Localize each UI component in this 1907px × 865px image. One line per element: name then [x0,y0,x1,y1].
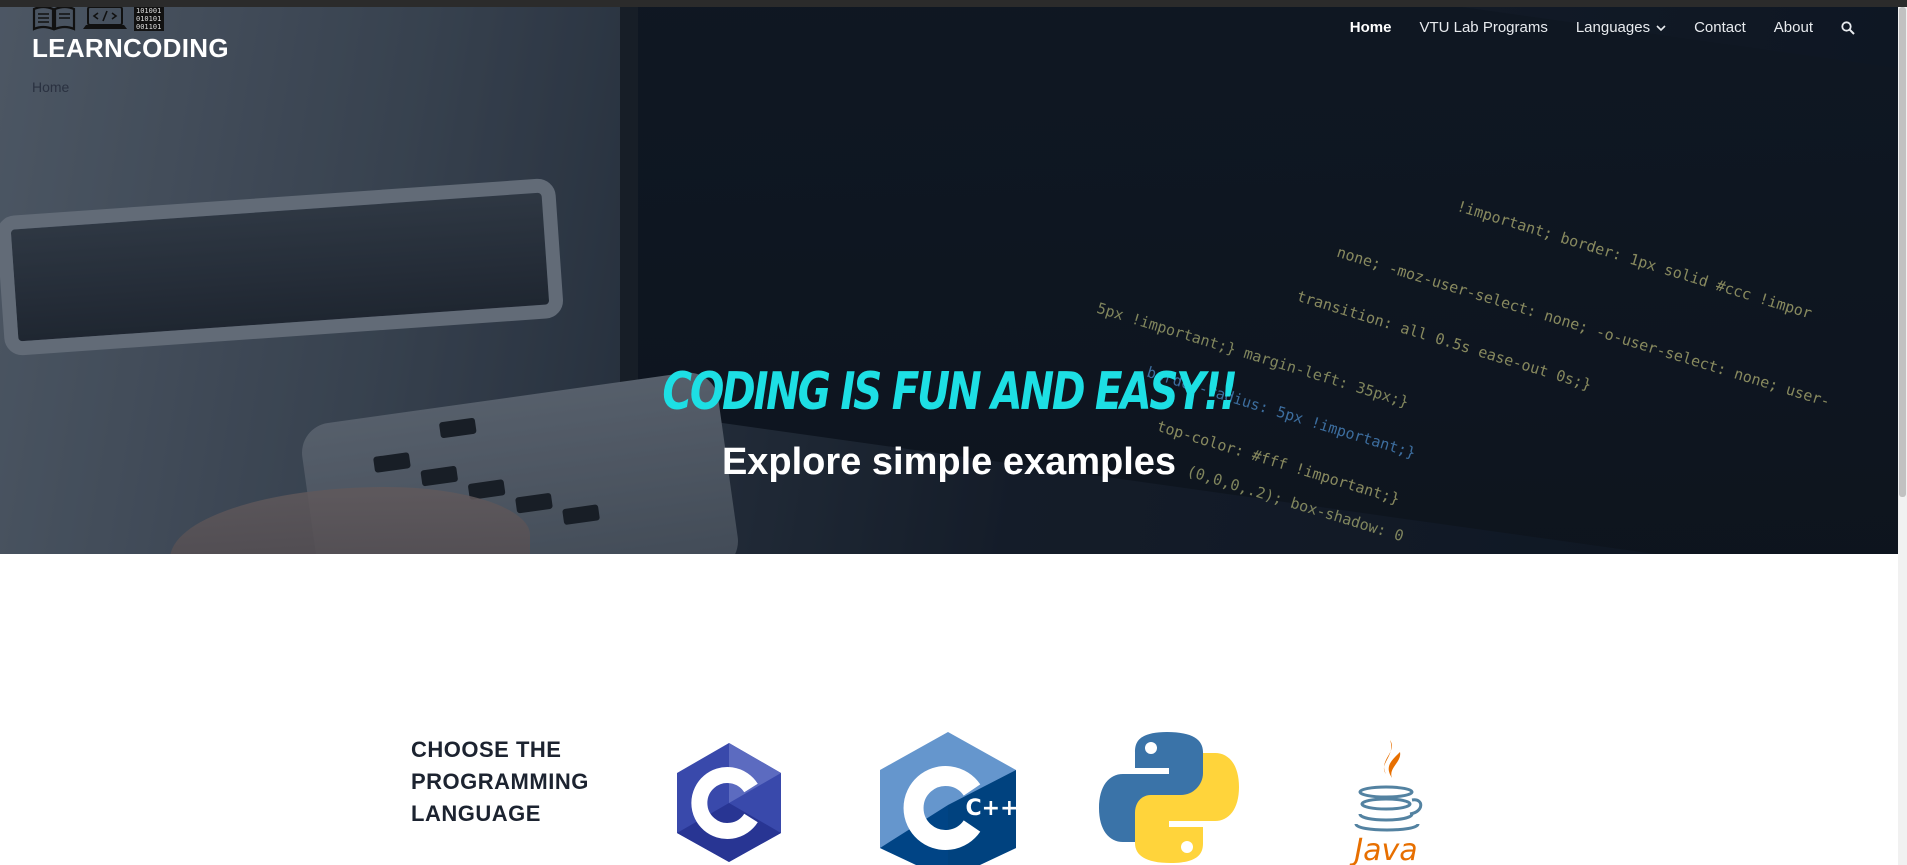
search-button[interactable] [1841,20,1855,35]
cpp-logo-icon: C++ [880,732,1019,865]
hero-tagline: Coding is fun and easy!! [662,362,1237,422]
nav-contact-label: Contact [1694,19,1746,36]
search-icon [1841,20,1855,35]
c-language-link[interactable]: C [673,740,785,865]
hero-subtitle: Explore simple examples [721,441,1177,483]
site-logo[interactable]: 101001 010101 001101 [32,5,164,31]
nav-about[interactable]: About [1774,19,1813,36]
browser-top-bar [0,0,1907,7]
python-language-link[interactable] [1097,730,1241,865]
main-nav: Home VTU Lab Programs Languages Contact … [1350,19,1855,36]
svg-text:001101: 001101 [136,23,161,31]
chevron-down-icon [1656,24,1666,31]
svg-text:Java: Java [1349,833,1417,865]
svg-text:C++: C++ [965,796,1018,821]
cpp-language-link[interactable]: C++ [876,730,1020,865]
logo-graphic: 101001 010101 001101 [32,5,164,31]
breadcrumb[interactable]: Home [32,79,69,95]
svg-text:101001: 101001 [136,7,161,15]
java-language-link[interactable]: Java [1348,738,1428,865]
nav-vtu-label: VTU Lab Programs [1419,19,1548,36]
laptop-code-icon [83,6,127,29]
nav-home-label: Home [1349,19,1392,36]
language-section-heading: CHOOSE THE PROGRAMMING LANGUAGE [411,737,589,826]
nav-languages[interactable]: Languages [1576,19,1666,36]
svg-text:010101: 010101 [136,15,161,23]
nav-contact[interactable]: Contact [1694,19,1746,36]
book-icon [32,5,76,31]
nav-languages-label: Languages [1575,19,1651,36]
java-logo-icon: Java [1349,740,1423,865]
c-logo-icon: C [677,743,781,862]
site-title[interactable]: LEARNCODING [32,33,229,64]
page-scrollbar[interactable] [1898,7,1907,865]
scrollbar-thumb[interactable] [1899,7,1906,497]
nav-home[interactable]: Home [1350,19,1392,36]
binary-icon: 101001 010101 001101 [134,5,164,31]
nav-vtu-lab-programs[interactable]: VTU Lab Programs [1419,19,1547,36]
python-logo-icon [1099,732,1239,863]
nav-about-label: About [1773,19,1813,36]
